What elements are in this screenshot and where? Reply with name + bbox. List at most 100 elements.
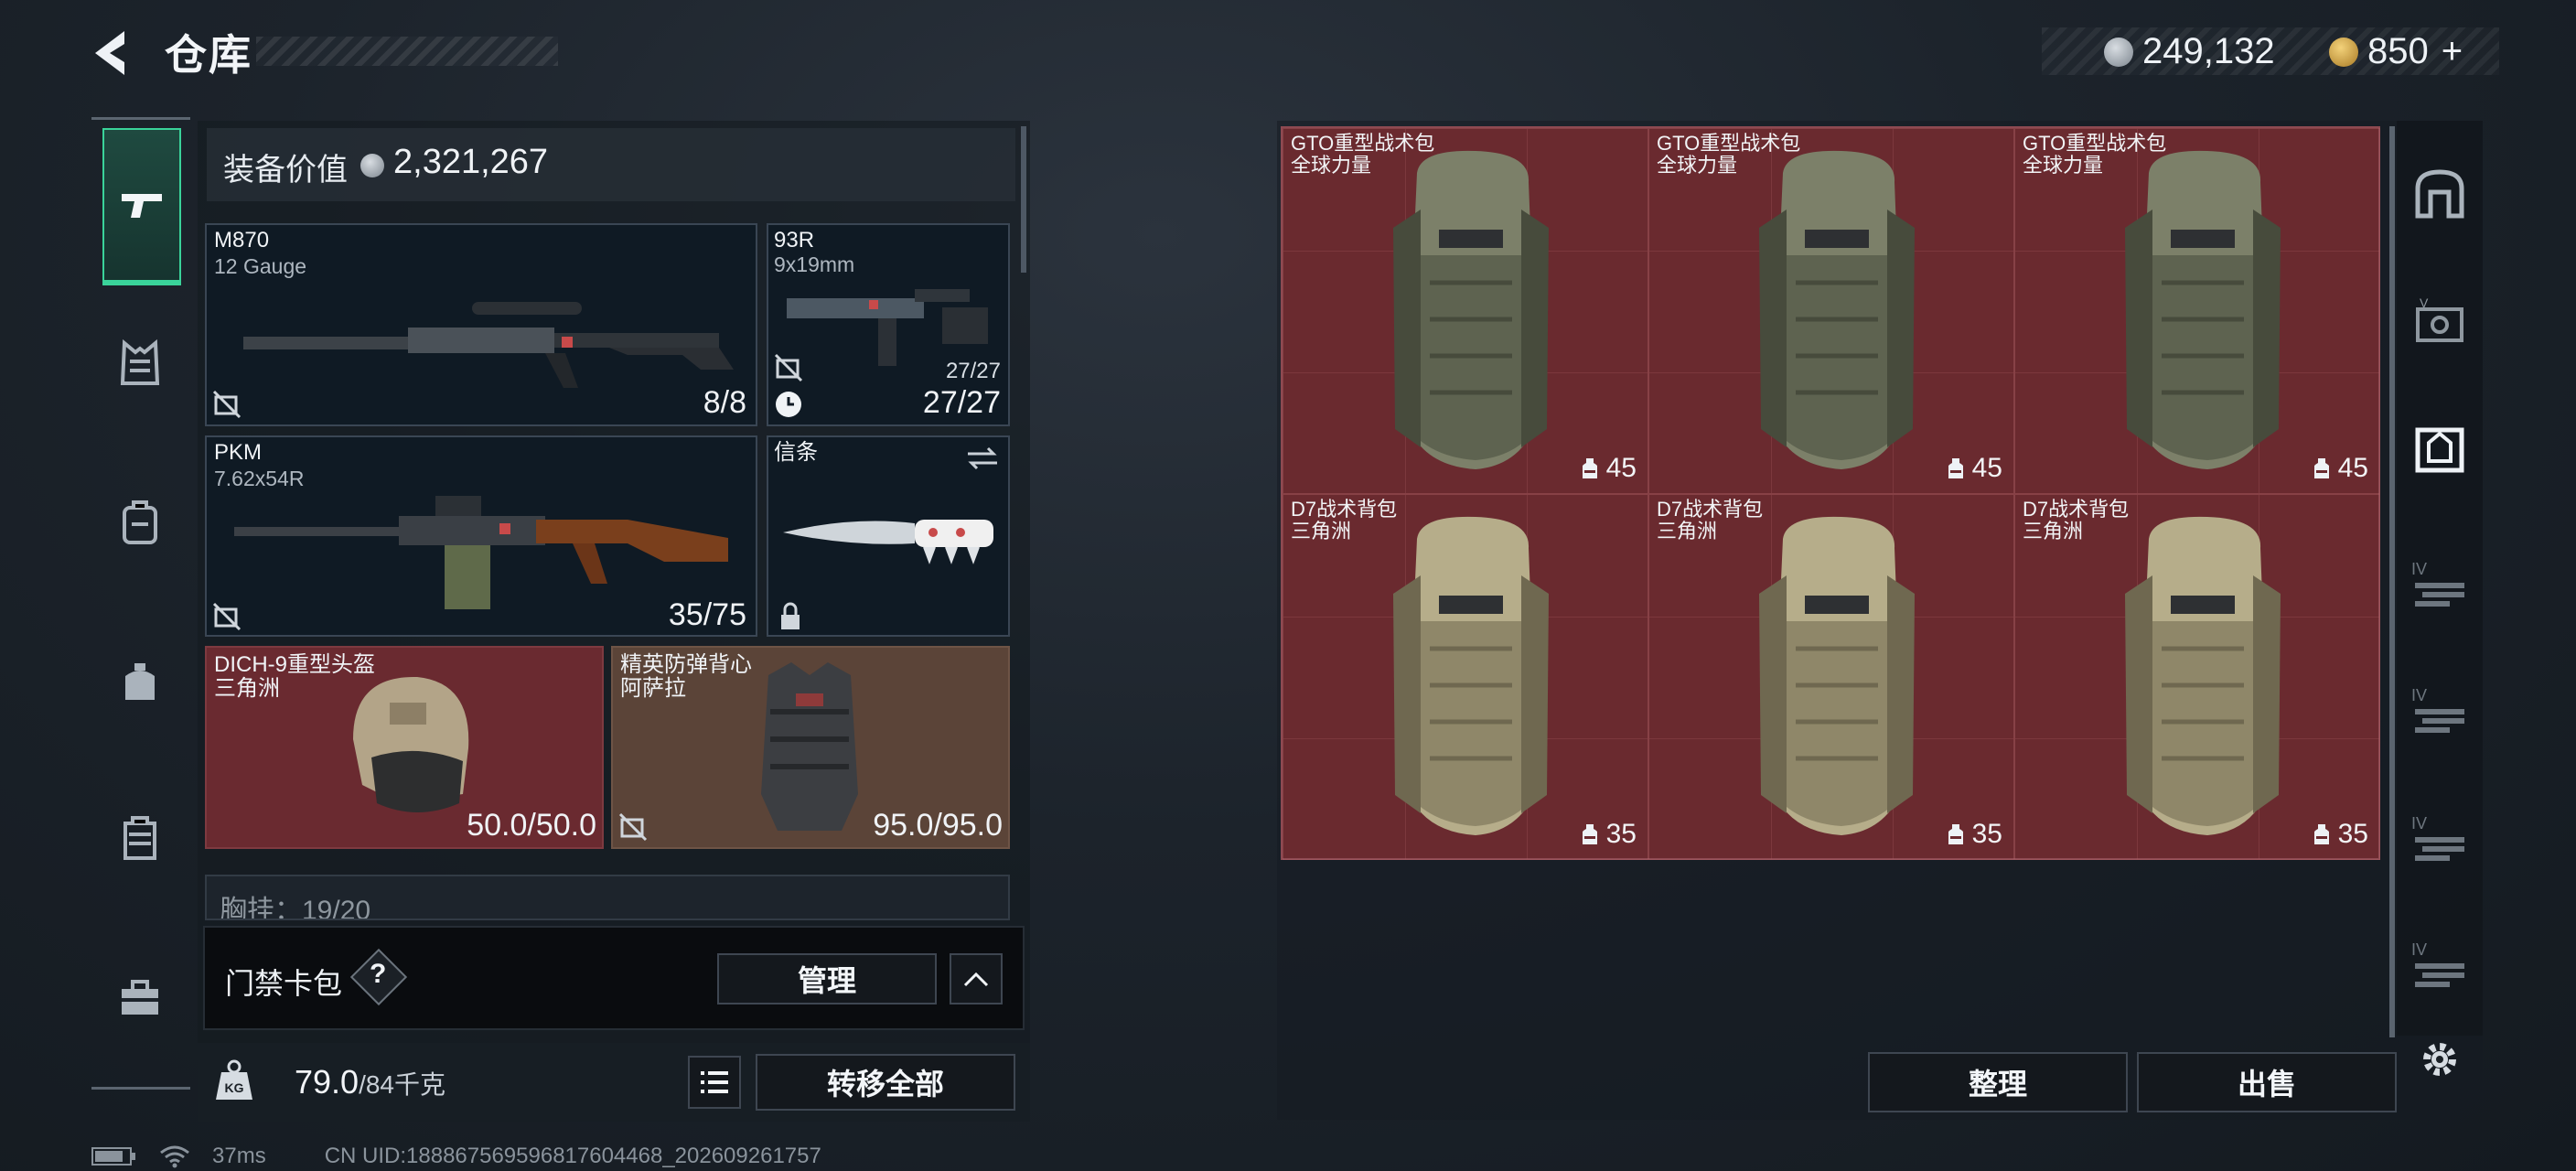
item-capacity: 45 <box>1579 453 1637 484</box>
capacity-icon <box>2313 458 2329 478</box>
inventory-item[interactable]: GTO重型战术包 全球力量 45 <box>1283 128 1648 494</box>
storage-tab-selected[interactable] <box>2400 404 2479 496</box>
capacity-icon <box>1582 824 1597 844</box>
sell-button[interactable]: 出售 <box>2137 1052 2397 1112</box>
storage-tab-safe[interactable] <box>2400 148 2479 240</box>
backpack-image <box>2125 516 2281 835</box>
svg-text:IV: IV <box>2411 560 2427 578</box>
uid-text: CN UID:18886756959681760446​8_2026092617… <box>324 1144 821 1168</box>
category-case[interactable] <box>102 798 177 880</box>
settings-button[interactable] <box>2400 1014 2479 1105</box>
lock-icon <box>781 602 800 629</box>
item-capacity: 45 <box>1945 453 2002 484</box>
slot-secondary-weapon[interactable]: 93R 9x19mm 27/27 27/27 <box>767 223 1010 426</box>
inventory-item[interactable]: D7战术背包 三角洲 35 <box>1648 494 2014 860</box>
category-weapons[interactable] <box>102 128 181 285</box>
backpack-image <box>2125 150 2281 469</box>
slot-chest-rig[interactable]: 胸挂：19/20 <box>205 875 1010 920</box>
sort-button[interactable]: 整理 <box>1868 1052 2128 1112</box>
category-bag[interactable] <box>102 640 177 723</box>
no-trade-icon <box>212 602 242 631</box>
category-backpack[interactable] <box>102 481 177 564</box>
item-faction: 全球力量 <box>2023 154 2104 177</box>
category-armor[interactable] <box>102 322 177 404</box>
swap-icon[interactable] <box>966 445 999 472</box>
storage-box-icon <box>2415 427 2464 473</box>
item-name: GTO重型战术包 <box>1291 132 1435 155</box>
vest-image <box>761 662 858 831</box>
item-capacity-value: 35 <box>2337 819 2368 849</box>
backpack-image <box>1759 150 1915 469</box>
chest-rig-icon <box>120 339 160 385</box>
storage-tab-5[interactable]: IV <box>2400 664 2479 756</box>
slot-helmet[interactable]: DICH-9重型头盔 三角洲 50.0/50.0 <box>205 646 604 849</box>
item-name: D7战术背包 <box>1291 498 1398 521</box>
weight-icon: KG <box>216 1059 252 1100</box>
toolbox-icon <box>122 980 158 1015</box>
gear-icon <box>2423 1043 2456 1076</box>
item-name: GTO重型战术包 <box>1657 132 1801 155</box>
item-capacity-value: 35 <box>1605 819 1637 849</box>
ping-text: 37ms <box>212 1144 266 1168</box>
safe-icon <box>2415 169 2464 219</box>
inventory-item[interactable]: GTO重型战术包 全球力量 45 <box>2014 128 2380 494</box>
keycard-label: 门禁卡包 <box>225 967 343 1000</box>
item-capacity: 45 <box>2311 453 2368 484</box>
item-capacity-value: 45 <box>2337 453 2368 483</box>
capacity-icon <box>1582 458 1597 478</box>
vault-icon: V <box>2416 296 2463 342</box>
transfer-all-label: 转移全部 <box>826 1068 944 1101</box>
rack-icon: IV <box>2411 686 2464 733</box>
storage-tab-4[interactable]: IV <box>2400 538 2479 629</box>
currency-primary: 249,132 <box>2104 31 2275 72</box>
slot-primary-weapon[interactable]: M870 12 Gauge 8/8 <box>205 223 757 426</box>
item-capacity: 35 <box>1579 819 1637 850</box>
transfer-all-button[interactable]: 转移全部 <box>756 1054 1015 1111</box>
storage-tab-6[interactable]: IV <box>2400 792 2479 884</box>
back-arrow-icon <box>95 31 124 75</box>
slot-body-armor[interactable]: 精英防弹背心 阿萨拉 95.0/95.0 <box>611 646 1010 849</box>
weapon-name: PKM <box>214 440 263 465</box>
inventory-scrollbar[interactable] <box>2389 126 2395 1037</box>
inventory-item[interactable]: D7战术背包 三角洲 35 <box>1283 494 1648 860</box>
helmet-faction: 三角洲 <box>214 676 280 701</box>
equipment-scrollbar[interactable] <box>1021 126 1026 273</box>
back-button[interactable] <box>88 26 143 81</box>
currency-secondary-value: 850 <box>2367 31 2429 71</box>
no-trade-icon <box>618 812 648 842</box>
title-decoration <box>256 37 558 66</box>
weapon-name: M870 <box>214 228 270 252</box>
item-faction: 三角洲 <box>1657 520 1718 543</box>
category-toolbox[interactable] <box>102 957 177 1039</box>
expand-button[interactable] <box>950 953 1003 1004</box>
clock-icon <box>776 392 801 417</box>
inventory-item[interactable]: D7战术背包 三角洲 35 <box>2014 494 2380 860</box>
page-title: 仓库 <box>165 31 252 79</box>
svg-text:V: V <box>2420 296 2429 310</box>
equipment-value: 2,321,267 <box>393 143 549 181</box>
item-faction: 全球力量 <box>1291 154 1372 177</box>
no-trade-icon <box>774 353 803 382</box>
inventory-item[interactable]: GTO重型战术包 全球力量 45 <box>1648 128 2014 494</box>
weapon-caliber: 12 Gauge <box>214 254 307 278</box>
rack-icon: IV <box>2411 940 2464 987</box>
helmet-image <box>353 676 469 812</box>
currency-primary-value: 249,132 <box>2142 31 2275 71</box>
storage-tab-vault[interactable]: V <box>2400 276 2479 368</box>
pouch-icon <box>125 663 155 700</box>
list-view-button[interactable] <box>688 1056 741 1109</box>
capacity-icon <box>2313 824 2329 844</box>
pistol-image <box>787 289 988 366</box>
status-bar: 37ms CN UID:18886756959681760446​8_20260… <box>91 1144 821 1169</box>
slot-melee[interactable]: 信条 <box>767 435 1010 637</box>
category-divider-top <box>91 117 190 120</box>
add-currency-button[interactable]: + <box>2442 31 2463 72</box>
item-capacity-value: 35 <box>1971 819 2002 849</box>
svg-text:IV: IV <box>2411 814 2427 833</box>
slot-heavy-weapon[interactable]: PKM 7.62x54R 35/75 <box>205 435 757 637</box>
sell-button-label: 出售 <box>2237 1068 2296 1101</box>
currency-secondary[interactable]: 850 + <box>2329 31 2463 72</box>
item-faction: 全球力量 <box>1657 154 1738 177</box>
storage-tab-7[interactable]: IV <box>2400 919 2479 1010</box>
manage-button[interactable]: 管理 <box>717 953 937 1004</box>
